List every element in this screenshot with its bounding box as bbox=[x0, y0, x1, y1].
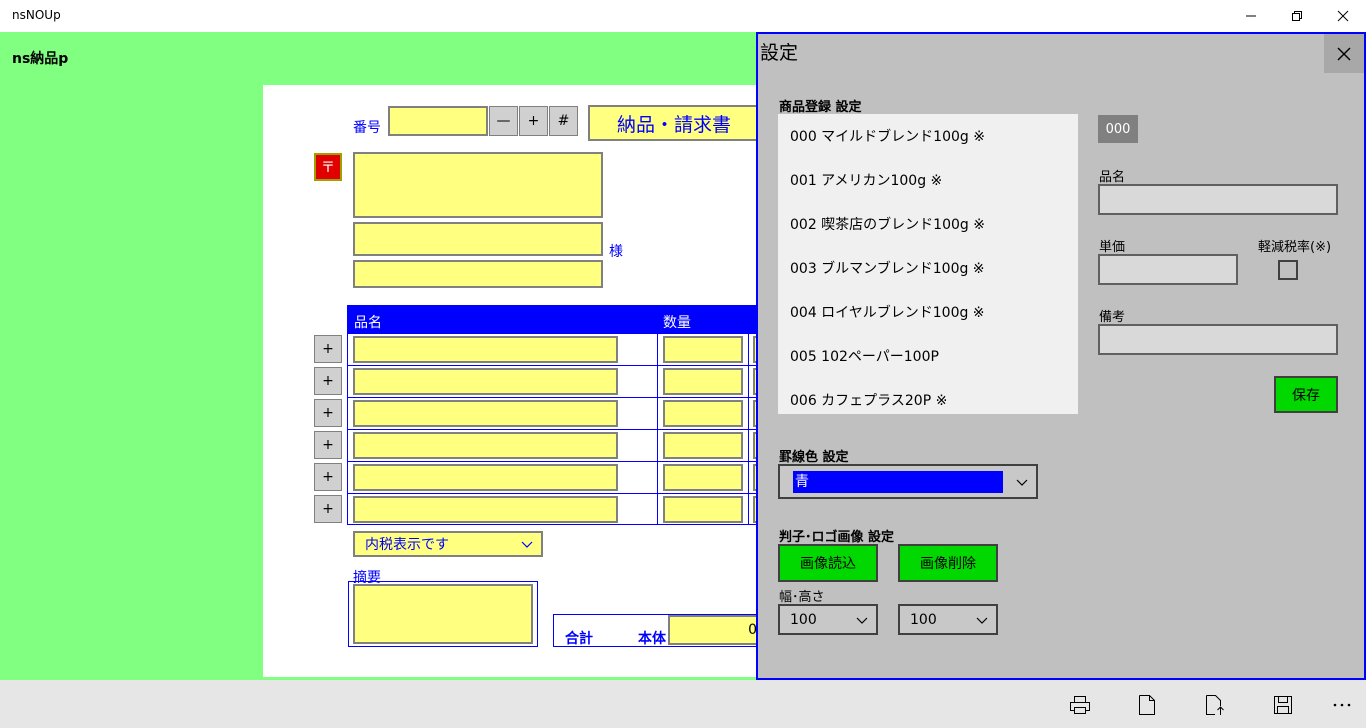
width-value: 100 bbox=[790, 611, 817, 628]
new-document-button[interactable] bbox=[1131, 690, 1163, 720]
printer-icon bbox=[1070, 696, 1090, 714]
number-field[interactable] bbox=[388, 106, 488, 136]
height-value: 100 bbox=[910, 611, 937, 628]
row-divider bbox=[347, 461, 763, 462]
reduced-tax-checkbox[interactable] bbox=[1278, 260, 1298, 280]
stamp-header: 判子･ロゴ画像 設定 bbox=[779, 530, 895, 545]
tax-mode-value: 内税表示です bbox=[365, 537, 449, 553]
row-divider bbox=[347, 493, 763, 494]
item-name-field[interactable] bbox=[353, 496, 618, 523]
row-divider bbox=[347, 365, 763, 366]
price-input[interactable] bbox=[1098, 254, 1238, 285]
more-icon bbox=[1333, 703, 1351, 707]
product-name-input[interactable] bbox=[1098, 184, 1338, 215]
quantity-field[interactable] bbox=[663, 432, 743, 459]
product-list-item[interactable]: 004 ロイヤルブレンド100g ※ bbox=[790, 302, 985, 322]
product-list[interactable]: 000 マイルドブレンド100g ※ 001 アメリカン100g ※ 002 喫茶店… bbox=[778, 114, 1078, 414]
add-row-button[interactable]: + bbox=[314, 431, 342, 459]
quantity-field[interactable] bbox=[663, 496, 743, 523]
row-divider bbox=[347, 397, 763, 398]
save-file-button[interactable] bbox=[1267, 690, 1299, 720]
export-document-icon bbox=[1206, 695, 1224, 715]
title-bar bbox=[0, 0, 1366, 32]
tax-mode-select[interactable]: 内税表示です bbox=[353, 531, 543, 557]
quantity-field[interactable] bbox=[663, 336, 743, 363]
postal-button[interactable]: 〒 bbox=[314, 153, 342, 181]
product-list-item[interactable]: 006 カフェプラス20P ※ bbox=[790, 390, 947, 410]
price-label: 単価 bbox=[1099, 240, 1126, 255]
add-row-button[interactable]: + bbox=[314, 399, 342, 427]
print-button[interactable] bbox=[1064, 690, 1096, 720]
minimize-button[interactable] bbox=[1228, 0, 1274, 32]
quantity-field[interactable] bbox=[663, 400, 743, 427]
close-icon bbox=[1337, 47, 1351, 60]
settings-title: 設定 bbox=[760, 42, 799, 64]
line-color-value: 青 bbox=[793, 471, 1003, 493]
add-row-button[interactable]: + bbox=[314, 495, 342, 523]
item-name-field[interactable] bbox=[353, 432, 618, 459]
close-button[interactable] bbox=[1320, 0, 1366, 32]
increment-button[interactable]: + bbox=[519, 106, 548, 136]
line-color-select[interactable]: 青 bbox=[778, 464, 1038, 499]
product-list-item[interactable]: 005 102ペーパー100P bbox=[790, 346, 939, 366]
memo-field[interactable] bbox=[353, 584, 533, 644]
product-list-item[interactable]: 000 マイルドブレンド100g ※ bbox=[790, 126, 985, 146]
base-label: 本体 bbox=[638, 631, 666, 647]
restore-icon bbox=[1292, 11, 1302, 21]
reduced-tax-label: 軽減税率(※) bbox=[1258, 240, 1332, 255]
item-name-field[interactable] bbox=[353, 400, 618, 427]
customer-sub-field[interactable] bbox=[353, 260, 603, 288]
export-document-button[interactable] bbox=[1199, 690, 1231, 720]
add-row-button[interactable]: + bbox=[314, 463, 342, 491]
column-quantity: 数量 bbox=[663, 315, 691, 331]
app-name: ns納品p bbox=[12, 51, 69, 67]
product-list-item[interactable]: 003 ブルマンブレンド100g ※ bbox=[790, 258, 985, 278]
restore-button[interactable] bbox=[1274, 0, 1320, 32]
load-image-button[interactable]: 画像読込 bbox=[778, 544, 878, 582]
customer-name-field[interactable] bbox=[353, 222, 603, 256]
chevron-down-icon bbox=[976, 617, 988, 624]
total-value-field[interactable]: 0 bbox=[668, 615, 763, 645]
total-label: 合計 bbox=[565, 631, 593, 647]
size-label: 幅･高さ bbox=[779, 590, 825, 605]
number-label: 番号 bbox=[353, 120, 381, 136]
item-name-field[interactable] bbox=[353, 368, 618, 395]
chevron-down-icon bbox=[521, 541, 533, 548]
note-label: 備考 bbox=[1099, 310, 1126, 325]
row-divider bbox=[347, 429, 763, 430]
product-list-item[interactable]: 002 喫茶店のブレンド100g ※ bbox=[790, 214, 985, 234]
product-name-label: 品名 bbox=[1099, 170, 1126, 185]
chevron-down-icon bbox=[1016, 479, 1028, 486]
table-header bbox=[347, 305, 763, 333]
product-list-item[interactable]: 001 アメリカン100g ※ bbox=[790, 170, 942, 190]
width-select[interactable]: 100 bbox=[778, 604, 878, 635]
quantity-field[interactable] bbox=[663, 368, 743, 395]
add-row-button[interactable]: + bbox=[314, 335, 342, 363]
hash-button[interactable]: # bbox=[549, 106, 578, 136]
height-select[interactable]: 100 bbox=[898, 604, 998, 635]
close-icon bbox=[1337, 10, 1349, 22]
settings-close-button[interactable] bbox=[1324, 34, 1364, 73]
decrement-button[interactable]: — bbox=[489, 106, 518, 136]
note-input[interactable] bbox=[1098, 324, 1338, 355]
add-row-button[interactable]: + bbox=[314, 367, 342, 395]
quantity-field[interactable] bbox=[663, 464, 743, 491]
chevron-down-icon bbox=[856, 617, 868, 624]
save-button[interactable]: 保存 bbox=[1274, 376, 1338, 413]
product-code-badge: 000 bbox=[1098, 115, 1138, 143]
minimize-icon bbox=[1246, 15, 1256, 17]
item-name-field[interactable] bbox=[353, 336, 618, 363]
delete-image-button[interactable]: 画像削除 bbox=[898, 544, 998, 582]
honorific-label: 様 bbox=[609, 244, 623, 260]
floppy-disk-icon bbox=[1274, 696, 1292, 714]
document-title[interactable]: 納品・請求書 bbox=[588, 105, 760, 141]
item-name-field[interactable] bbox=[353, 464, 618, 491]
new-document-icon bbox=[1139, 695, 1155, 715]
line-color-header: 罫線色 設定 bbox=[779, 450, 849, 465]
products-header: 商品登録 設定 bbox=[779, 100, 862, 115]
column-item-name: 品名 bbox=[354, 315, 382, 331]
address-field[interactable] bbox=[353, 152, 603, 218]
window-title: nsNOUp bbox=[12, 8, 61, 22]
more-options-button[interactable] bbox=[1326, 690, 1358, 720]
